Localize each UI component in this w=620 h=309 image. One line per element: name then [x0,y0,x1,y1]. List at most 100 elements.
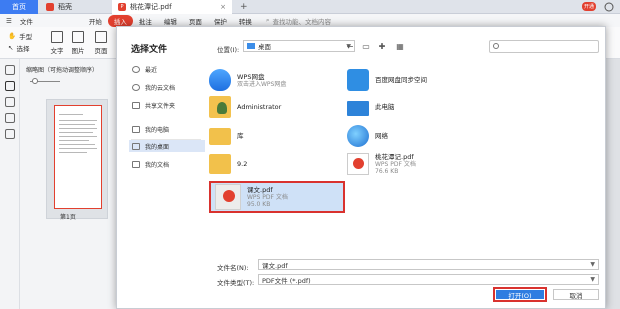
thumb-line [59,124,95,125]
nav-recent[interactable]: 最近 [129,63,205,75]
nav-recent-label: 最近 [145,66,158,74]
file-name: 桃花潭记.pdf [375,153,414,161]
dialog-search-input[interactable] [489,40,599,53]
nav-my-computer[interactable]: 我的电脑 [129,123,205,135]
nav-shared-folder-label: 共享文件夹 [145,102,176,110]
thumb-line [59,144,95,145]
command-search[interactable]: ⌕ 查找功能、文档内容 [266,16,331,26]
tab-docer[interactable]: 稻壳 [40,0,102,14]
file-name: 课文.pdf [247,186,273,194]
cursor-icon: ↖ [8,44,14,52]
open-button[interactable]: 打开(O) [496,290,544,300]
computer-icon [132,125,140,133]
bookmark-icon[interactable] [5,65,15,75]
location-select[interactable]: 桌面 ▼ [243,40,355,52]
menu-page[interactable]: 页面 [183,16,208,26]
hand-tool-label: 手型 [19,33,33,41]
thumb-line [59,120,97,121]
new-tab-button[interactable]: + [234,0,254,14]
tab-bar: 首页 稻壳 P 桃花潭记.pdf × + 开通 [0,0,620,14]
comment-icon[interactable] [5,97,15,107]
network-icon [347,125,369,147]
thumb-line [59,136,97,137]
file-item-this-pc[interactable]: 此电脑 [347,94,477,120]
select-tool-label: 选择 [16,45,30,53]
hand-tool[interactable]: ✋ 手型 [8,31,32,41]
desktop-folder-icon [247,43,255,49]
file-item-baidu-sync[interactable]: 百度网盘同步空间 [347,67,477,93]
search-icon: ⌕ [265,16,270,24]
location-label: 位置(I): [217,46,240,54]
file-item-library[interactable]: 库 [209,123,339,149]
left-icon-strip [0,59,20,309]
file-item-network[interactable]: 网络 [347,123,477,149]
page-thumbnail[interactable] [54,105,102,209]
pdf-icon [347,153,369,175]
tab-docer-label: 稻壳 [58,3,72,11]
file-name: 库 [237,132,244,140]
cloud-icon [132,83,140,91]
filename-value: 课文.pdf [262,261,288,270]
file-item-administrator[interactable]: Administrator [209,94,339,120]
nav-cloud-docs[interactable]: 我的云文档 [129,81,205,93]
vip-badge[interactable]: 开通 [582,2,596,11]
open-button-highlight: 打开(O) [493,287,547,302]
dialog-nav: 最近 我的云文档 共享文件夹 我的电脑 我的桌面 我的文档 [117,27,207,309]
zoom-slider-handle[interactable] [32,78,38,84]
thumb-line [59,140,89,141]
thumb-line [59,148,97,149]
file-item-selected[interactable]: 课文.pdf WPS PDF 文档 95.0 KB [209,181,345,213]
back-icon[interactable]: ← [345,41,355,51]
menu-start[interactable]: 开始 [83,16,108,26]
file-desc: 双击进入WPS网盘 [237,80,287,88]
thumbnail-title: 缩略图（可拖动调整顺序） [26,67,99,74]
filetype-select[interactable]: PDF文件 (*.pdf) ▼ [258,274,599,285]
text-icon [51,31,63,43]
cancel-button[interactable]: 取消 [553,289,599,300]
menu-convert[interactable]: 转换 [233,16,258,26]
filetype-label: 文件类型(T): [217,279,255,287]
close-tab-icon[interactable]: × [220,3,226,11]
attachment-icon[interactable] [5,113,15,123]
select-tool[interactable]: ↖ 选择 [8,43,29,53]
user-folder-icon [209,96,231,118]
nav-shared-folder[interactable]: 共享文件夹 [129,99,205,111]
search-panel-icon[interactable] [5,129,15,139]
tab-pdf-document[interactable]: P 桃花潭记.pdf × [112,0,232,14]
nav-my-documents[interactable]: 我的文档 [129,158,205,170]
tab-pdf-label: 桃花潭记.pdf [130,3,172,11]
thumb-line [59,152,87,153]
computer-icon [347,100,369,116]
cloud-drive-icon [209,69,231,91]
thumbnail-icon[interactable] [5,81,15,91]
account-icon[interactable] [604,2,614,12]
filename-input[interactable]: 课文.pdf ▼ [258,259,599,270]
text-tool[interactable]: 文字 [48,31,66,55]
image-icon [72,31,84,43]
menu-annotate[interactable]: 批注 [133,16,158,26]
tab-home[interactable]: 首页 [0,0,38,14]
view-mode-icon[interactable]: ▦ [395,41,405,51]
file-item-pdf[interactable]: 桃花潭记.pdf WPS PDF 文档 76.6 KB [347,151,477,177]
hamburger-icon[interactable]: ☰ [6,17,12,25]
nav-my-desktop[interactable]: 我的桌面 [129,140,205,152]
new-folder-icon[interactable]: ✚ [377,41,387,51]
menu-insert[interactable]: 插入 [107,14,133,27]
menu-protect[interactable]: 保护 [208,16,233,26]
file-item-folder-9-2[interactable]: 9.2 [209,151,339,177]
page-tool[interactable]: 页面 [92,31,110,55]
menu-file[interactable]: 文件 [14,16,39,26]
menu-edit[interactable]: 编辑 [158,16,183,26]
nav-my-desktop-label: 我的桌面 [145,143,170,151]
page-icon [95,31,107,43]
nav-my-computer-label: 我的电脑 [145,126,170,134]
file-item-wps-drive[interactable]: WPS网盘 双击进入WPS网盘 [209,67,339,93]
text-tool-label: 文字 [50,47,64,55]
chevron-down-icon[interactable]: ▼ [590,261,595,268]
image-tool[interactable]: 图片 [69,31,87,55]
file-type: WPS PDF 文档 [247,194,288,201]
file-name: Administrator [237,103,282,111]
chevron-down-icon: ▼ [590,276,595,283]
up-folder-icon[interactable]: ▭ [361,41,371,51]
search-icon [493,43,499,49]
